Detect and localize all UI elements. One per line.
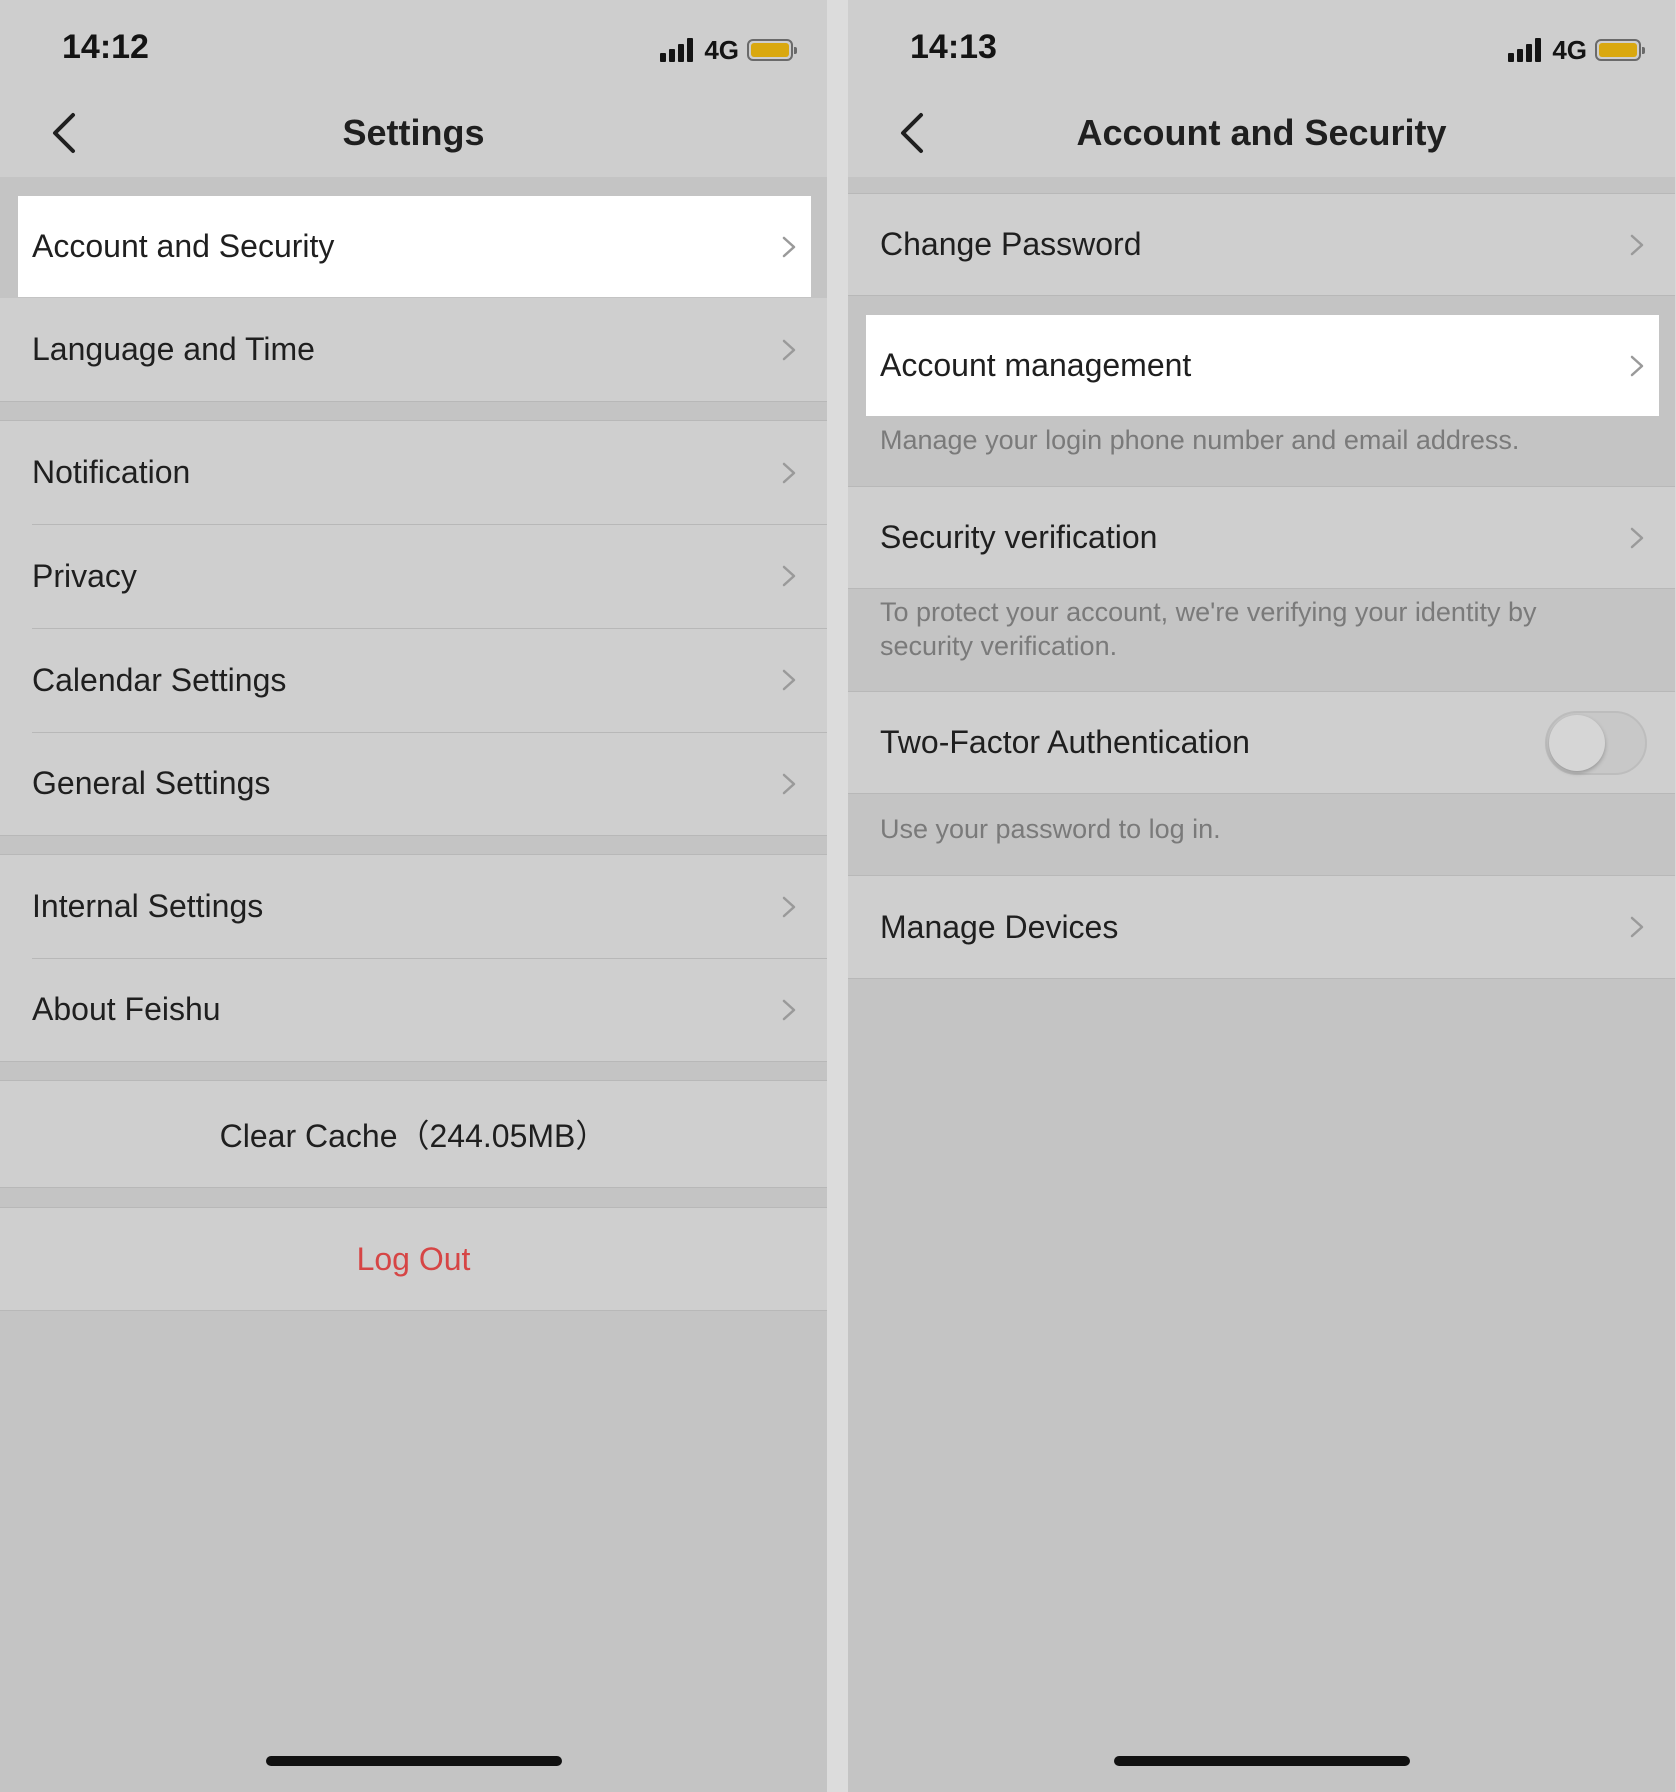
security-verification-caption: To protect your account, we're verifying… (880, 597, 1537, 661)
chevron-right-icon (782, 999, 796, 1020)
chevron-right-icon (782, 236, 796, 257)
menu-item-label: Notification (32, 454, 191, 490)
header: 14:12 4G Settings (0, 0, 827, 177)
chevron-right-icon (1630, 234, 1644, 255)
menu-item-notification[interactable]: Notification (0, 420, 827, 524)
menu-item-manage-devices[interactable]: Manage Devices (848, 875, 1675, 979)
status-time: 14:12 (62, 28, 149, 66)
menu-item-label: Two-Factor Authentication (880, 724, 1250, 760)
menu-item-calendar-settings[interactable]: Calendar Settings (0, 628, 827, 732)
chevron-right-icon (782, 565, 796, 587)
back-arrow-icon[interactable] (44, 108, 84, 158)
chevron-right-icon (782, 896, 796, 917)
menu-item-label: Security verification (880, 519, 1158, 555)
network-type: 4G (704, 34, 739, 65)
divider (827, 0, 848, 1792)
two-factor-toggle[interactable] (1545, 710, 1647, 775)
status-indicators: 4G (1508, 34, 1645, 66)
signal-icon (1508, 38, 1544, 62)
menu-item-label: Calendar Settings (32, 661, 287, 698)
menu-item-label: Privacy (32, 557, 137, 594)
page-title: Account and Security (1076, 112, 1447, 153)
chevron-right-icon (1630, 916, 1644, 938)
home-indicator (1113, 1756, 1410, 1766)
logout-button[interactable]: Log Out (0, 1207, 827, 1311)
chevron-right-icon (782, 669, 796, 691)
menu-item-language-time[interactable]: Language and Time (0, 298, 827, 402)
account-security-screen: 14:13 4G Account and Security Change Pas… (848, 0, 1675, 1792)
menu-item-label: Language and Time (32, 331, 315, 367)
back-arrow-icon[interactable] (892, 108, 932, 158)
menu-item-label: About Feishu (32, 991, 221, 1027)
header: 14:13 4G Account and Security (848, 0, 1675, 177)
battery-icon (1595, 39, 1645, 61)
menu-item-change-password[interactable]: Change Password (848, 193, 1675, 296)
signal-icon (660, 38, 696, 62)
menu-item-account-security[interactable]: Account and Security (18, 196, 811, 297)
menu-item-label: Internal Settings (32, 888, 264, 924)
clear-cache-label: Clear Cache（244.05MB） (219, 1118, 608, 1154)
menu-item-label: Account and Security (32, 228, 335, 264)
account-management-caption: Manage your login phone number and email… (880, 425, 1520, 455)
two-factor-caption: Use your password to log in. (880, 814, 1221, 844)
menu-item-account-management[interactable]: Account management (866, 315, 1659, 416)
chevron-right-icon (1630, 355, 1644, 376)
menu-item-label: Manage Devices (880, 908, 1119, 945)
menu-item-privacy[interactable]: Privacy (0, 524, 827, 628)
settings-screen: 14:12 4G Settings Account and Security L… (0, 0, 827, 1792)
menu-item-about[interactable]: About Feishu (0, 958, 827, 1062)
menu-item-two-factor: Two-Factor Authentication (848, 691, 1675, 794)
battery-icon (747, 39, 797, 61)
menu-item-label: Account management (880, 347, 1192, 383)
page-title: Settings (342, 112, 485, 153)
menu-item-security-verification[interactable]: Security verification (848, 486, 1675, 589)
chevron-right-icon (782, 462, 796, 483)
chevron-right-icon (782, 339, 796, 360)
chevron-right-icon (1630, 527, 1644, 548)
network-type: 4G (1552, 34, 1587, 65)
clear-cache-button[interactable]: Clear Cache（244.05MB） (0, 1080, 827, 1188)
status-time: 14:13 (910, 28, 997, 66)
menu-item-label: General Settings (32, 765, 271, 801)
menu-item-general-settings[interactable]: General Settings (0, 732, 827, 836)
logout-label: Log Out (356, 1240, 471, 1277)
home-indicator (265, 1756, 562, 1766)
menu-item-label: Change Password (880, 226, 1142, 262)
status-indicators: 4G (660, 34, 797, 66)
menu-item-internal-settings[interactable]: Internal Settings (0, 854, 827, 958)
chevron-right-icon (782, 773, 796, 794)
